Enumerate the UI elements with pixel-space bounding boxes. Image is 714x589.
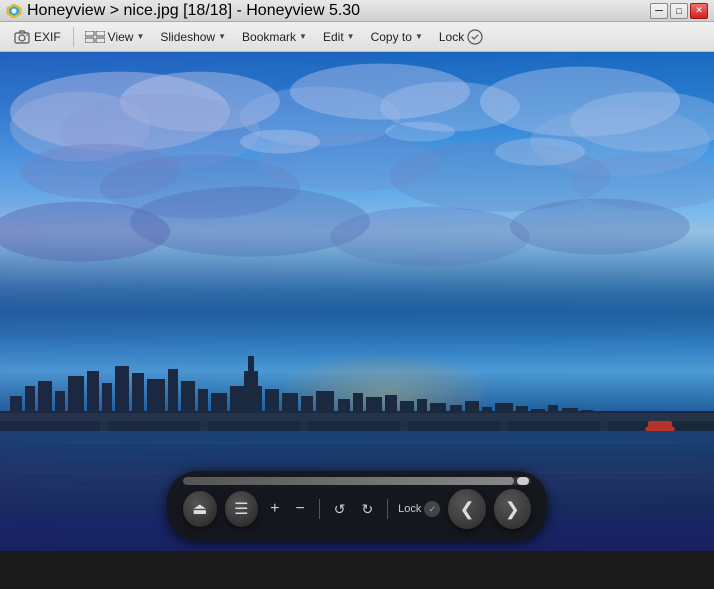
camera-icon xyxy=(14,30,30,44)
next-button[interactable]: ❯ xyxy=(494,489,531,529)
rotate-left-button[interactable]: ↺ xyxy=(330,499,350,520)
minimize-button[interactable]: ─ xyxy=(650,3,668,19)
progress-bar-fill xyxy=(183,477,514,485)
zoom-out-button[interactable]: − xyxy=(291,498,308,520)
city-silhouette xyxy=(0,351,714,431)
next-icon: ❯ xyxy=(505,499,520,520)
title-text: Honeyview > nice.jpg [18/18] - Honeyview… xyxy=(27,2,360,20)
clouds-svg xyxy=(0,52,714,401)
view-dropdown-arrow: ▼ xyxy=(136,32,144,41)
plus-icon: + xyxy=(270,500,279,518)
rotate-right-button[interactable]: ↻ xyxy=(357,499,377,520)
zoom-in-button[interactable]: + xyxy=(266,498,283,520)
view-icon xyxy=(85,31,105,43)
copyto-dropdown-arrow: ▼ xyxy=(415,32,423,41)
lock-button[interactable]: Lock xyxy=(432,25,490,49)
prev-icon: ❮ xyxy=(460,499,475,520)
lock-text: Lock xyxy=(398,503,421,515)
progress-thumb xyxy=(517,477,529,485)
lock-check-icon xyxy=(467,29,483,45)
slideshow-menu[interactable]: Slideshow ▼ xyxy=(153,25,233,49)
window-controls: ─ □ ✕ xyxy=(650,3,708,19)
view-menu[interactable]: View ▼ xyxy=(78,25,152,49)
edit-menu[interactable]: Edit ▼ xyxy=(316,25,362,49)
close-button[interactable]: ✕ xyxy=(690,3,708,19)
control-bar: ⏏ ☰ + − ↺ ↻ Lock ✓ xyxy=(167,471,547,541)
copyto-label: Copy to xyxy=(371,30,412,44)
view-label: View xyxy=(108,30,134,44)
edit-label: Edit xyxy=(323,30,344,44)
toolbar: EXIF View ▼ Slideshow ▼ Bookmark ▼ Edit … xyxy=(0,22,714,52)
prev-button[interactable]: ❮ xyxy=(448,489,485,529)
maximize-button[interactable]: □ xyxy=(670,3,688,19)
bookmark-menu[interactable]: Bookmark ▼ xyxy=(235,25,314,49)
eject-icon: ⏏ xyxy=(192,499,207,519)
copyto-menu[interactable]: Copy to ▼ xyxy=(364,25,430,49)
lock-label: Lock xyxy=(439,30,464,44)
separator-1 xyxy=(73,27,74,47)
title-bar-left: Honeyview > nice.jpg [18/18] - Honeyview… xyxy=(6,2,360,20)
water-ripple-1 xyxy=(0,441,714,444)
progress-bar[interactable] xyxy=(183,477,531,485)
lock-status: Lock ✓ xyxy=(398,501,440,517)
exif-button[interactable]: EXIF xyxy=(6,25,69,49)
lock-check-control: ✓ xyxy=(424,501,440,517)
water-ripple-2 xyxy=(0,456,714,459)
menu-button[interactable]: ☰ xyxy=(225,491,259,527)
exif-label: EXIF xyxy=(34,30,61,44)
bookmark-dropdown-arrow: ▼ xyxy=(299,32,307,41)
ctrl-separator xyxy=(319,499,320,519)
menu-icon: ☰ xyxy=(234,499,248,519)
eject-button[interactable]: ⏏ xyxy=(183,491,217,527)
minus-icon: − xyxy=(295,500,304,518)
ctrl-separator-2 xyxy=(387,499,388,519)
scene: ⏏ ☰ + − ↺ ↻ Lock ✓ xyxy=(0,52,714,551)
edit-dropdown-arrow: ▼ xyxy=(347,32,355,41)
bookmark-label: Bookmark xyxy=(242,30,296,44)
slideshow-label: Slideshow xyxy=(160,30,215,44)
controls-row: ⏏ ☰ + − ↺ ↻ Lock ✓ xyxy=(183,489,531,529)
title-bar: Honeyview > nice.jpg [18/18] - Honeyview… xyxy=(0,0,714,22)
app-icon xyxy=(6,3,22,19)
slideshow-dropdown-arrow: ▼ xyxy=(218,32,226,41)
image-area: ⏏ ☰ + − ↺ ↻ Lock ✓ xyxy=(0,52,714,551)
